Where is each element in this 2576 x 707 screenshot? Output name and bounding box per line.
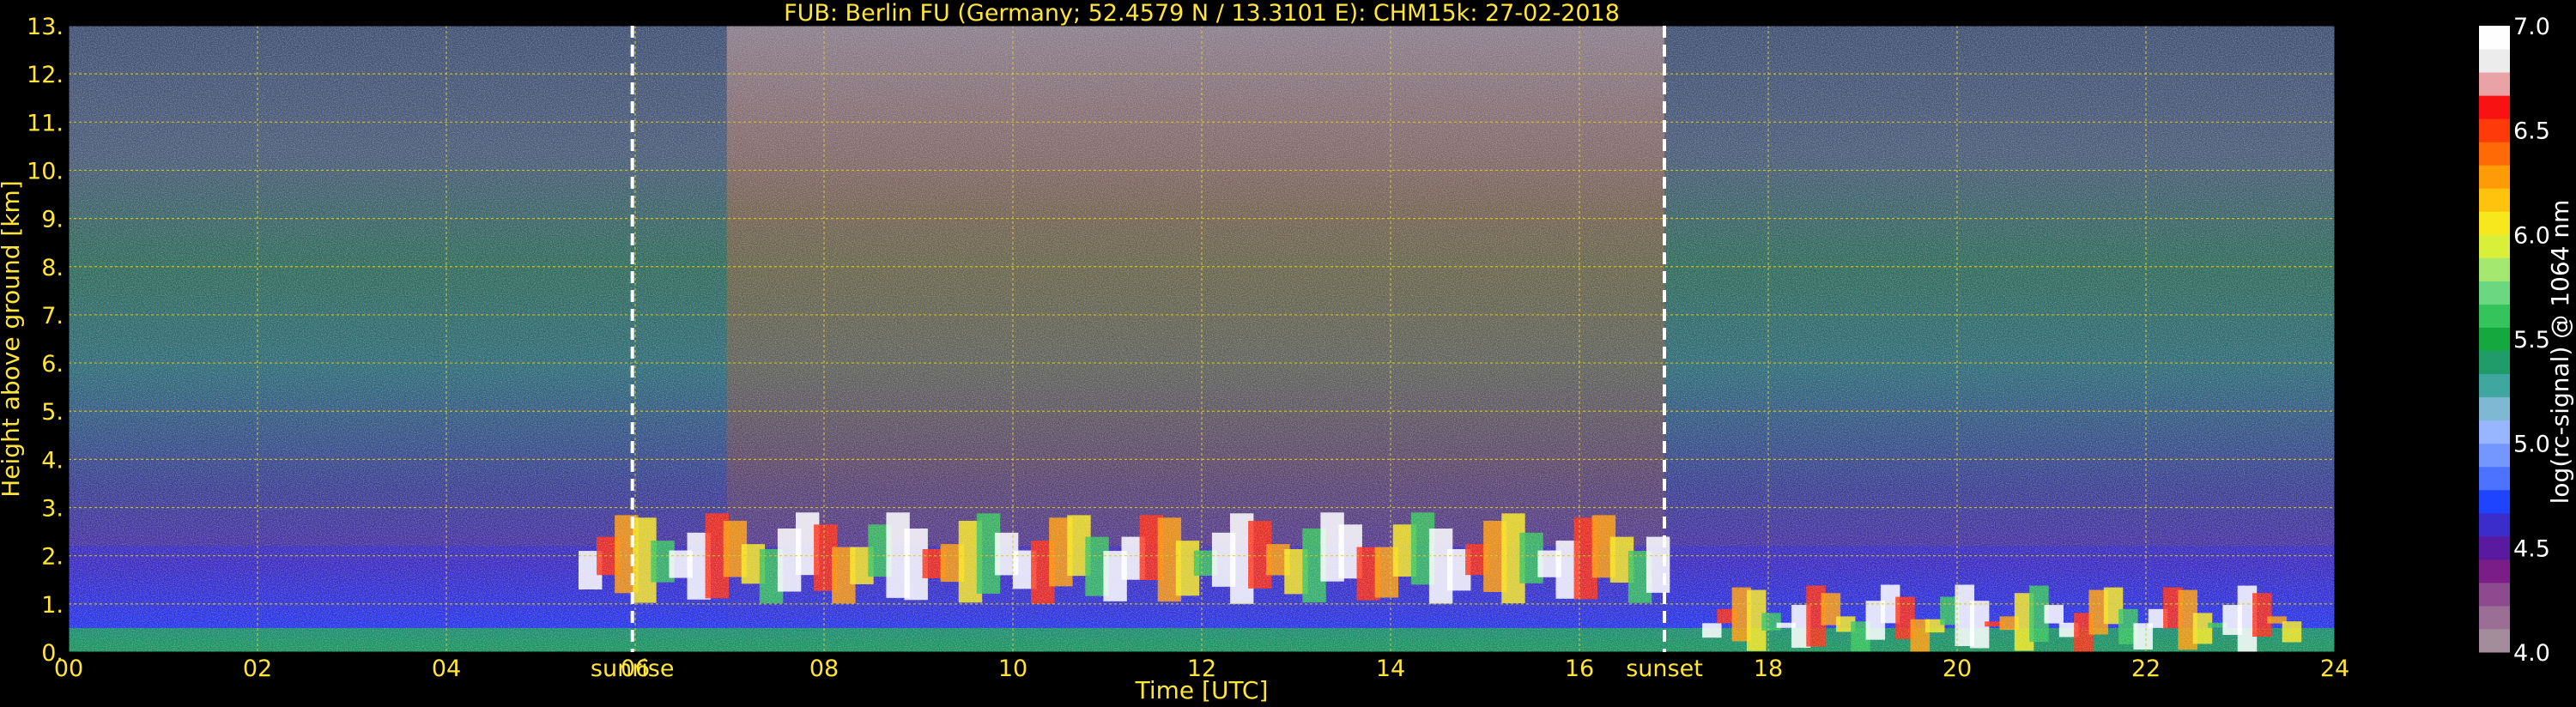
plot-area xyxy=(69,26,2335,652)
colorbar-segment xyxy=(2479,234,2510,258)
colorbar-segment xyxy=(2479,535,2510,560)
chart-title: FUB: Berlin FU (Germany; 52.4579 N / 13.… xyxy=(784,0,1620,27)
colorbar-segment xyxy=(2479,350,2510,375)
x-tick-label: 22 xyxy=(2131,656,2161,682)
colorbar-segment xyxy=(2479,257,2510,281)
colorbar-segment xyxy=(2479,26,2510,50)
x-tick-label: 02 xyxy=(243,656,272,682)
y-tick-label: 4. xyxy=(41,447,64,474)
colorbar-segment xyxy=(2479,559,2510,583)
sun-marker-label: sunset xyxy=(1626,656,1703,682)
y-tick-label: 8. xyxy=(41,255,64,281)
y-tick-label: 3. xyxy=(41,496,64,523)
colorbar-segment xyxy=(2479,443,2510,468)
y-axis-label: Height above ground [km] xyxy=(0,180,25,498)
colorbar-segment xyxy=(2479,327,2510,352)
colorbar-segment xyxy=(2479,211,2510,235)
x-tick-label: 00 xyxy=(54,656,83,682)
colorbar-segment xyxy=(2479,95,2510,119)
colorbar-segment xyxy=(2479,466,2510,491)
colorbar-tick-label: 6.0 xyxy=(2513,222,2550,249)
y-tick-label: 12. xyxy=(27,62,64,88)
colorbar-segments xyxy=(2479,26,2510,653)
colorbar-segment xyxy=(2479,49,2510,73)
colorbar-segment xyxy=(2479,605,2510,630)
y-tick-label: 10. xyxy=(27,158,64,184)
colorbar-segment xyxy=(2479,165,2510,189)
x-tick-label: 10 xyxy=(998,656,1027,682)
y-tick-label: 6. xyxy=(41,351,64,378)
colorbar-segment xyxy=(2479,304,2510,328)
colorbar-segment xyxy=(2479,512,2510,537)
x-tick-label: 14 xyxy=(1376,656,1405,682)
colorbar-ticks: 4.0 4.5 5.0 5.5 6.0 6.5 7.0 xyxy=(2513,14,2550,667)
y-tick-label: 11. xyxy=(27,110,64,136)
colorbar-tick-label: 7.0 xyxy=(2513,14,2550,40)
colorbar-segment xyxy=(2479,582,2510,607)
lidar-figure: FUB: Berlin FU (Germany; 52.4579 N / 13.… xyxy=(0,0,2576,707)
colorbar-segment xyxy=(2479,396,2510,421)
y-tick-label: 13. xyxy=(27,14,64,40)
y-tick-label: 7. xyxy=(41,303,64,329)
colorbar-segment xyxy=(2479,142,2510,166)
x-tick-label: 04 xyxy=(432,656,461,682)
colorbar-segment xyxy=(2479,628,2510,653)
y-tick-label: 1. xyxy=(41,592,64,619)
y-axis-ticks: 0.1.2.3.4.5.6.7.8.9.10.11.12.13. xyxy=(27,14,64,667)
x-tick-label: 06 xyxy=(621,656,650,682)
colorbar-tick-label: 5.5 xyxy=(2513,327,2550,354)
colorbar-segment xyxy=(2479,72,2510,96)
y-tick-label: 9. xyxy=(41,207,64,233)
colorbar-tick-label: 5.0 xyxy=(2513,432,2550,458)
colorbar-segment xyxy=(2479,489,2510,514)
x-tick-label: 16 xyxy=(1565,656,1594,682)
y-tick-label: 5. xyxy=(41,399,64,426)
x-axis-label: Time [UTC] xyxy=(1135,676,1269,704)
x-tick-label: 20 xyxy=(1943,656,1972,682)
colorbar-segment xyxy=(2479,281,2510,305)
x-tick-label: 08 xyxy=(809,656,839,682)
colorbar-segment xyxy=(2479,420,2510,444)
lidar-chart: FUB: Berlin FU (Germany; 52.4579 N / 13.… xyxy=(0,0,2574,704)
y-tick-label: 2. xyxy=(41,544,64,571)
x-tick-label: 18 xyxy=(1754,656,1783,682)
colorbar-tick-label: 4.5 xyxy=(2513,535,2550,562)
colorbar-tick-label: 6.5 xyxy=(2513,118,2550,145)
colorbar: 4.0 4.5 5.0 5.5 6.0 6.5 7.0 log(rc-signal) @ 1… xyxy=(2479,14,2574,667)
x-tick-label: 24 xyxy=(2320,656,2349,682)
colorbar-segment xyxy=(2479,373,2510,398)
colorbar-label: log(rc-signal) @ 1064 nm xyxy=(2546,200,2574,505)
colorbar-segment xyxy=(2479,188,2510,212)
colorbar-segment xyxy=(2479,118,2510,142)
colorbar-tick-label: 4.0 xyxy=(2513,640,2550,667)
